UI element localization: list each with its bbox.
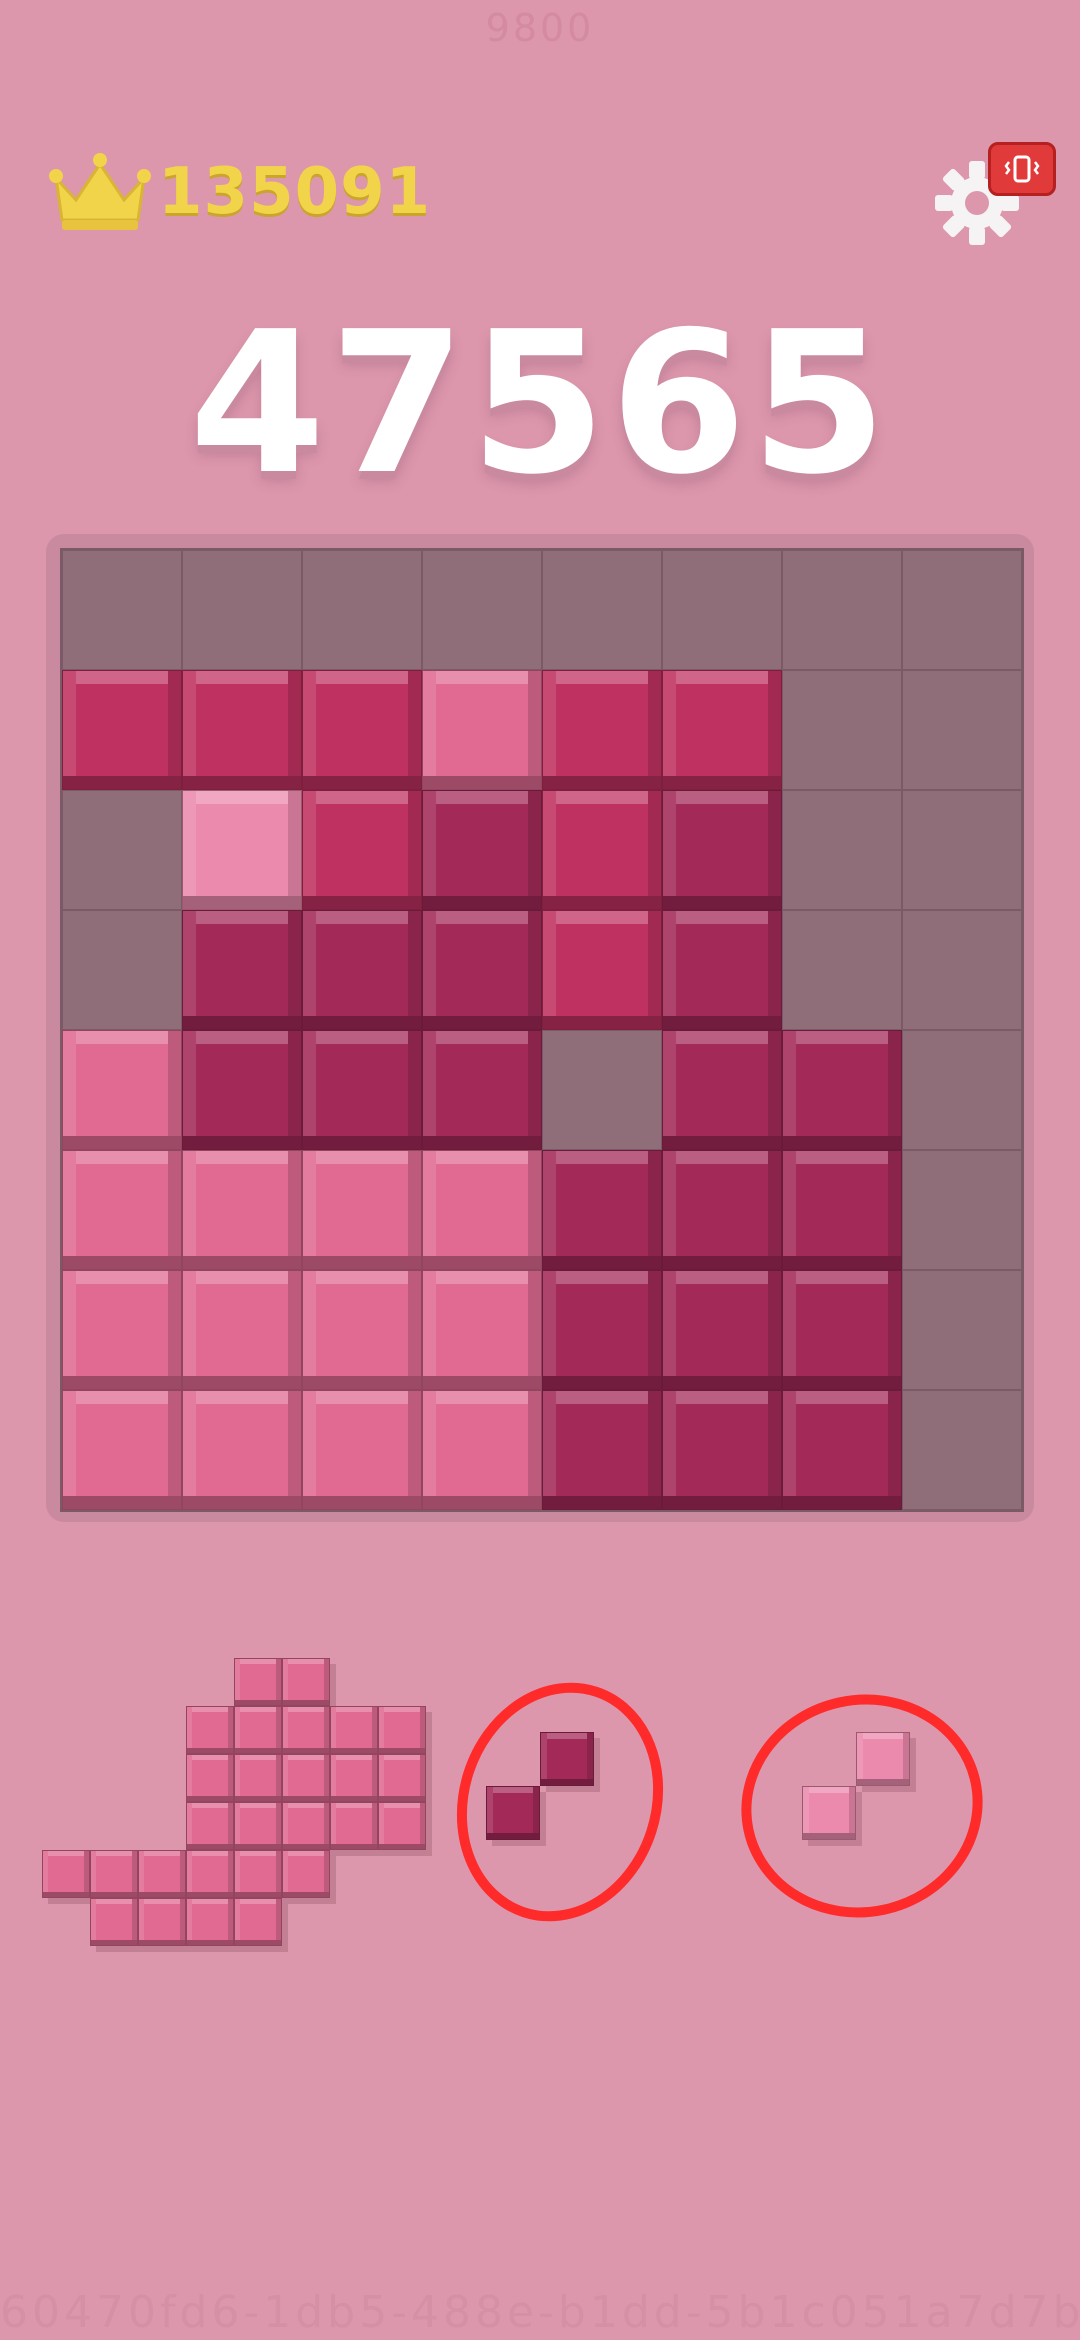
empty-cell[interactable] bbox=[302, 550, 422, 670]
filled-cell bbox=[302, 1390, 422, 1510]
filled-cell bbox=[422, 670, 542, 790]
filled-cell bbox=[302, 1270, 422, 1390]
crown-icon bbox=[49, 153, 151, 230]
empty-cell[interactable] bbox=[62, 790, 182, 910]
top-watermark: 9800 bbox=[485, 6, 595, 50]
filled-cell bbox=[662, 910, 782, 1030]
filled-cell bbox=[182, 1270, 302, 1390]
empty-cell[interactable] bbox=[542, 1030, 662, 1150]
empty-cell[interactable] bbox=[422, 550, 542, 670]
filled-cell bbox=[422, 1150, 542, 1270]
filled-cell bbox=[182, 910, 302, 1030]
filled-cell bbox=[662, 790, 782, 910]
filled-cell bbox=[782, 1270, 902, 1390]
filled-cell bbox=[62, 1270, 182, 1390]
filled-cell bbox=[62, 1030, 182, 1150]
best-score: 135091 bbox=[46, 150, 431, 234]
filled-cell bbox=[422, 910, 542, 1030]
empty-cell[interactable] bbox=[902, 1030, 1022, 1150]
filled-cell bbox=[422, 790, 542, 910]
filled-cell bbox=[182, 1030, 302, 1150]
filled-cell bbox=[542, 1270, 662, 1390]
best-score-value: 135091 bbox=[158, 155, 432, 229]
empty-cell[interactable] bbox=[62, 550, 182, 670]
piece-tray bbox=[0, 1640, 1080, 1980]
filled-cell bbox=[542, 790, 662, 910]
filled-cell bbox=[302, 1030, 422, 1150]
vibration-toggle[interactable] bbox=[988, 142, 1056, 196]
filled-cell bbox=[182, 790, 302, 910]
vibration-icon bbox=[1004, 155, 1040, 183]
empty-cell[interactable] bbox=[902, 670, 1022, 790]
filled-cell bbox=[662, 1390, 782, 1510]
filled-cell bbox=[782, 1150, 902, 1270]
filled-cell bbox=[782, 1030, 902, 1150]
filled-cell bbox=[302, 790, 422, 910]
empty-cell[interactable] bbox=[782, 670, 902, 790]
filled-cell bbox=[62, 670, 182, 790]
game-board[interactable] bbox=[60, 548, 1024, 1512]
filled-cell bbox=[302, 670, 422, 790]
bottom-watermark: 60470fd6-1db5-488e-b1dd-5b1c051a7d7b bbox=[0, 2287, 1080, 2338]
empty-cell[interactable] bbox=[782, 550, 902, 670]
filled-cell bbox=[62, 1150, 182, 1270]
empty-cell[interactable] bbox=[62, 910, 182, 1030]
filled-cell bbox=[662, 1270, 782, 1390]
filled-cell bbox=[542, 910, 662, 1030]
filled-cell bbox=[542, 1150, 662, 1270]
filled-cell bbox=[542, 670, 662, 790]
filled-cell bbox=[302, 910, 422, 1030]
filled-cell bbox=[662, 1030, 782, 1150]
filled-cell bbox=[782, 1390, 902, 1510]
filled-cell bbox=[182, 1390, 302, 1510]
empty-cell[interactable] bbox=[542, 550, 662, 670]
empty-cell[interactable] bbox=[182, 550, 302, 670]
empty-cell[interactable] bbox=[662, 550, 782, 670]
empty-cell[interactable] bbox=[782, 790, 902, 910]
filled-cell bbox=[182, 1150, 302, 1270]
empty-cell[interactable] bbox=[902, 550, 1022, 670]
filled-cell bbox=[422, 1270, 542, 1390]
filled-cell bbox=[662, 1150, 782, 1270]
empty-cell[interactable] bbox=[902, 910, 1022, 1030]
empty-cell[interactable] bbox=[902, 1390, 1022, 1510]
filled-cell bbox=[662, 670, 782, 790]
filled-cell bbox=[302, 1150, 422, 1270]
empty-cell[interactable] bbox=[902, 1150, 1022, 1270]
filled-cell bbox=[182, 670, 302, 790]
current-score: 47565 bbox=[189, 290, 891, 518]
empty-cell[interactable] bbox=[782, 910, 902, 1030]
empty-cell[interactable] bbox=[902, 1270, 1022, 1390]
empty-cell[interactable] bbox=[902, 790, 1022, 910]
filled-cell bbox=[542, 1390, 662, 1510]
filled-cell bbox=[422, 1390, 542, 1510]
highlight-circle bbox=[741, 1694, 983, 1918]
filled-cell bbox=[62, 1390, 182, 1510]
filled-cell bbox=[422, 1030, 542, 1150]
